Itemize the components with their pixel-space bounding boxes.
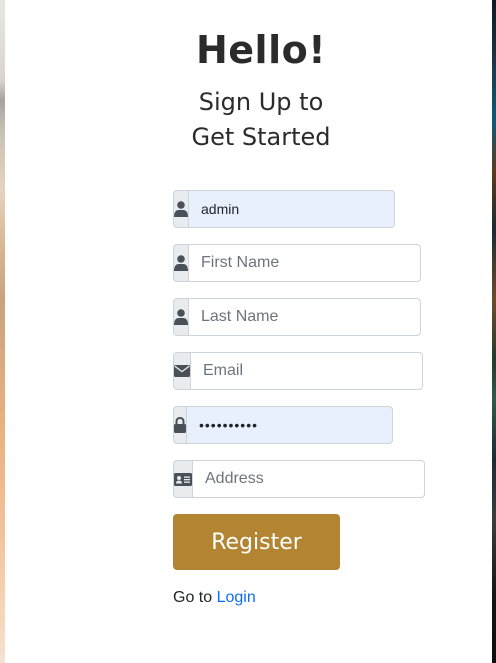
goto-text: Go to (173, 589, 213, 606)
greeting-title: Hello! (195, 28, 327, 72)
first-name-field-group (173, 244, 421, 282)
subtitle-line-2: Get Started (191, 123, 331, 151)
lock-icon (173, 406, 186, 444)
first-name-input[interactable] (188, 244, 421, 282)
last-name-field-group (173, 298, 421, 336)
email-field-group (173, 352, 423, 390)
address-field-group (173, 460, 425, 498)
address-input[interactable] (192, 460, 425, 498)
username-field-group (173, 190, 395, 228)
user-icon (173, 190, 188, 228)
last-name-input[interactable] (188, 298, 421, 336)
page: Hello! Sign Up to Get Started admin Firs… (0, 0, 496, 663)
user-icon (173, 298, 188, 336)
password-field-group (173, 406, 393, 444)
user-icon (173, 244, 188, 282)
subtitle-line-1: Sign Up to (198, 88, 324, 116)
register-button[interactable]: Register (173, 514, 340, 570)
login-prompt: Go to Login (173, 589, 256, 607)
envelope-icon (173, 352, 190, 390)
email-input[interactable] (190, 352, 423, 390)
username-input[interactable] (188, 190, 395, 228)
login-link[interactable]: Login (217, 589, 256, 606)
address-card-icon (173, 460, 192, 498)
password-input[interactable] (186, 406, 393, 444)
